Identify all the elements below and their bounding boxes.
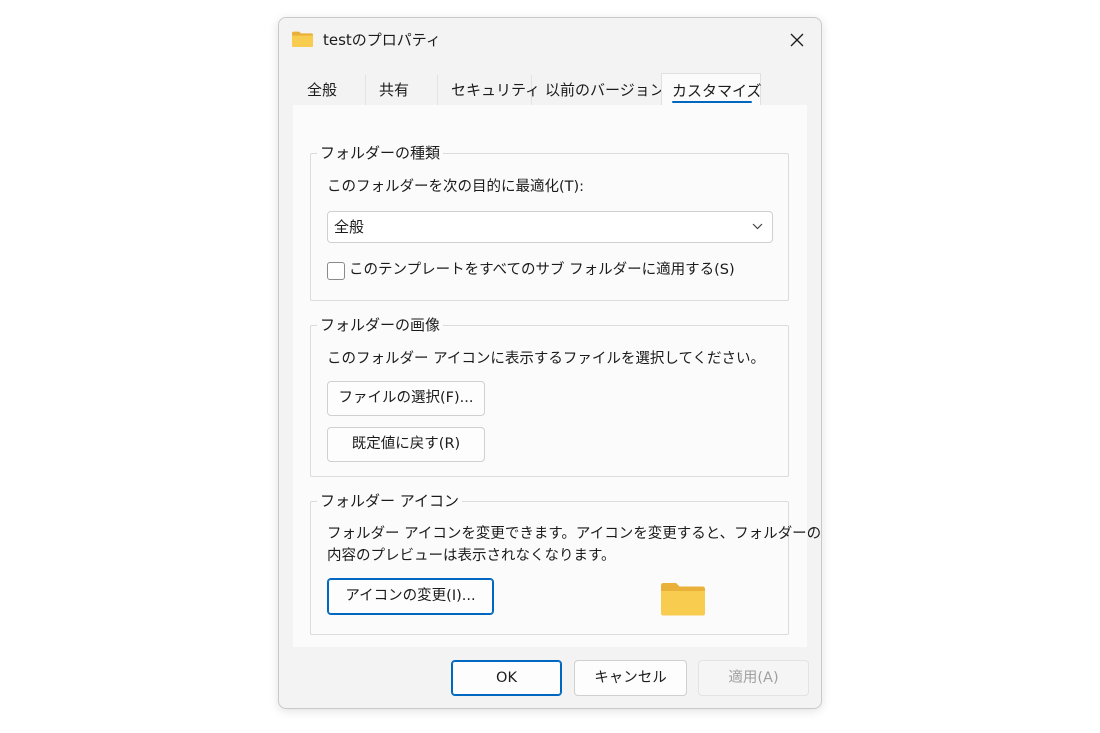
choose-file-button[interactable]: ファイルの選択(F)...: [327, 381, 485, 416]
optimize-select-value: 全般: [334, 218, 365, 236]
folder-picture-description: このフォルダー アイコンに表示するファイルを選択してください。: [327, 351, 766, 367]
apply-template-checkbox[interactable]: [327, 262, 345, 280]
ok-button[interactable]: OK: [451, 660, 562, 696]
tab-strip: 全般 共有 セキュリティ 以前のバージョン カスタマイズ: [293, 73, 807, 107]
chevron-down-icon: [752, 223, 763, 230]
optimize-select[interactable]: 全般: [327, 211, 773, 243]
optimize-label: このフォルダーを次の目的に最適化(T):: [327, 179, 585, 195]
apply-template-label[interactable]: このテンプレートをすべてのサブ フォルダーに適用する(S): [349, 259, 735, 281]
properties-dialog: testのプロパティ 全般 共有 セキュリティ 以前のバージョン カスタマイズ …: [278, 17, 822, 709]
tab-previous-versions[interactable]: 以前のバージョン: [531, 75, 665, 105]
folder-icon-group: フォルダー アイコン フォルダー アイコンを変更できます。アイコンを変更すると、…: [310, 491, 821, 635]
tab-label: セキュリティ: [451, 81, 541, 99]
window-title: testのプロパティ: [323, 31, 441, 49]
tab-general[interactable]: 全般: [293, 75, 366, 105]
apply-button[interactable]: 適用(A): [698, 660, 809, 696]
folder-picture-group: フォルダーの画像 このフォルダー アイコンに表示するファイルを選択してください。…: [310, 315, 789, 477]
folder-picture-legend: フォルダーの画像: [317, 315, 444, 335]
close-icon: [790, 33, 804, 47]
close-button[interactable]: [779, 24, 815, 56]
restore-default-button[interactable]: 既定値に戻す(R): [327, 427, 485, 462]
folder-type-legend: フォルダーの種類: [317, 143, 444, 163]
folder-icon: [292, 31, 313, 47]
folder-icon-legend: フォルダー アイコン: [317, 491, 463, 511]
tab-label: 全般: [307, 81, 338, 99]
folder-icon-description-line1: フォルダー アイコンを変更できます。アイコンを変更すると、フォルダーの: [327, 526, 822, 542]
tab-security[interactable]: セキュリティ: [437, 75, 540, 105]
title-bar: testのプロパティ: [279, 18, 821, 62]
change-icon-button[interactable]: アイコンの変更(I)...: [327, 578, 494, 615]
cancel-button[interactable]: キャンセル: [574, 660, 687, 696]
folder-type-group: フォルダーの種類 このフォルダーを次の目的に最適化(T): 全般 このテンプレー…: [310, 143, 789, 301]
tab-label: 共有: [379, 81, 410, 99]
customize-panel: フォルダーの種類 このフォルダーを次の目的に最適化(T): 全般 このテンプレー…: [293, 105, 821, 647]
tab-sharing[interactable]: 共有: [365, 75, 438, 105]
folder-icon: [661, 583, 705, 616]
tab-label: 以前のバージョン: [545, 81, 665, 99]
folder-icon-description-line2: 内容のプレビューは表示されなくなります。: [327, 548, 616, 564]
active-tab-indicator: [672, 101, 752, 103]
